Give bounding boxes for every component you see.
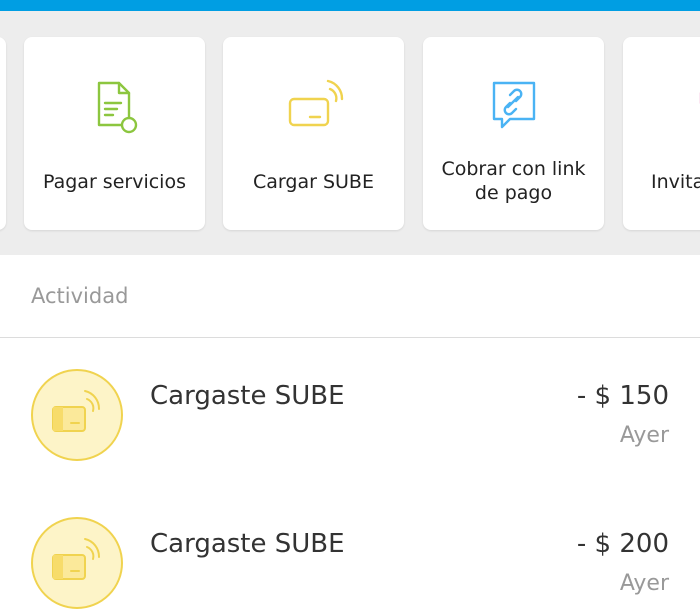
shortcuts-carousel[interactable]: Pagar servicios Cargar SUBE Cobrar con l… — [0, 11, 700, 255]
activity-row[interactable]: Cargaste SUBE - $ 200 Ayer — [0, 487, 700, 615]
shortcut-cargar-sube[interactable]: Cargar SUBE — [223, 37, 404, 230]
shortcut-label: Cargar SUBE — [253, 171, 374, 193]
activity-title-text: Cargaste SUBE — [150, 529, 345, 559]
top-bar — [0, 0, 700, 11]
activity-title-text: Cargaste SUBE — [150, 381, 345, 411]
sube-card-icon — [284, 77, 344, 137]
activity-amount: - $ 200 — [576, 529, 669, 559]
activity-header: Actividad — [0, 255, 700, 338]
shortcut-card-previous[interactable] — [0, 37, 6, 230]
activity-avatar — [31, 517, 123, 609]
activity-row[interactable]: Cargaste SUBE - $ 150 Ayer — [0, 339, 700, 487]
sube-card-icon — [52, 538, 101, 580]
activity-date: Ayer — [619, 423, 669, 448]
gift-icon — [695, 77, 700, 137]
activity-avatar — [31, 369, 123, 461]
shortcut-label: Cobrar con link de pago — [441, 158, 586, 204]
activity-title: Actividad — [31, 284, 129, 308]
activity-date: Ayer — [619, 571, 669, 596]
document-icon — [85, 77, 145, 137]
sube-card-icon — [52, 390, 101, 432]
shortcut-label: Invita — [651, 171, 700, 193]
shortcut-cobrar-link[interactable]: Cobrar con link de pago — [423, 37, 604, 230]
link-chat-icon — [484, 77, 544, 137]
shortcut-label: Pagar servicios — [43, 171, 186, 193]
shortcut-invita[interactable]: Invita — [623, 37, 700, 230]
activity-amount: - $ 150 — [576, 381, 669, 411]
shortcut-pagar-servicios[interactable]: Pagar servicios — [24, 37, 205, 230]
activity-feed: Actividad Cargaste SUBE - $ 150 Ayer Car… — [0, 255, 700, 615]
